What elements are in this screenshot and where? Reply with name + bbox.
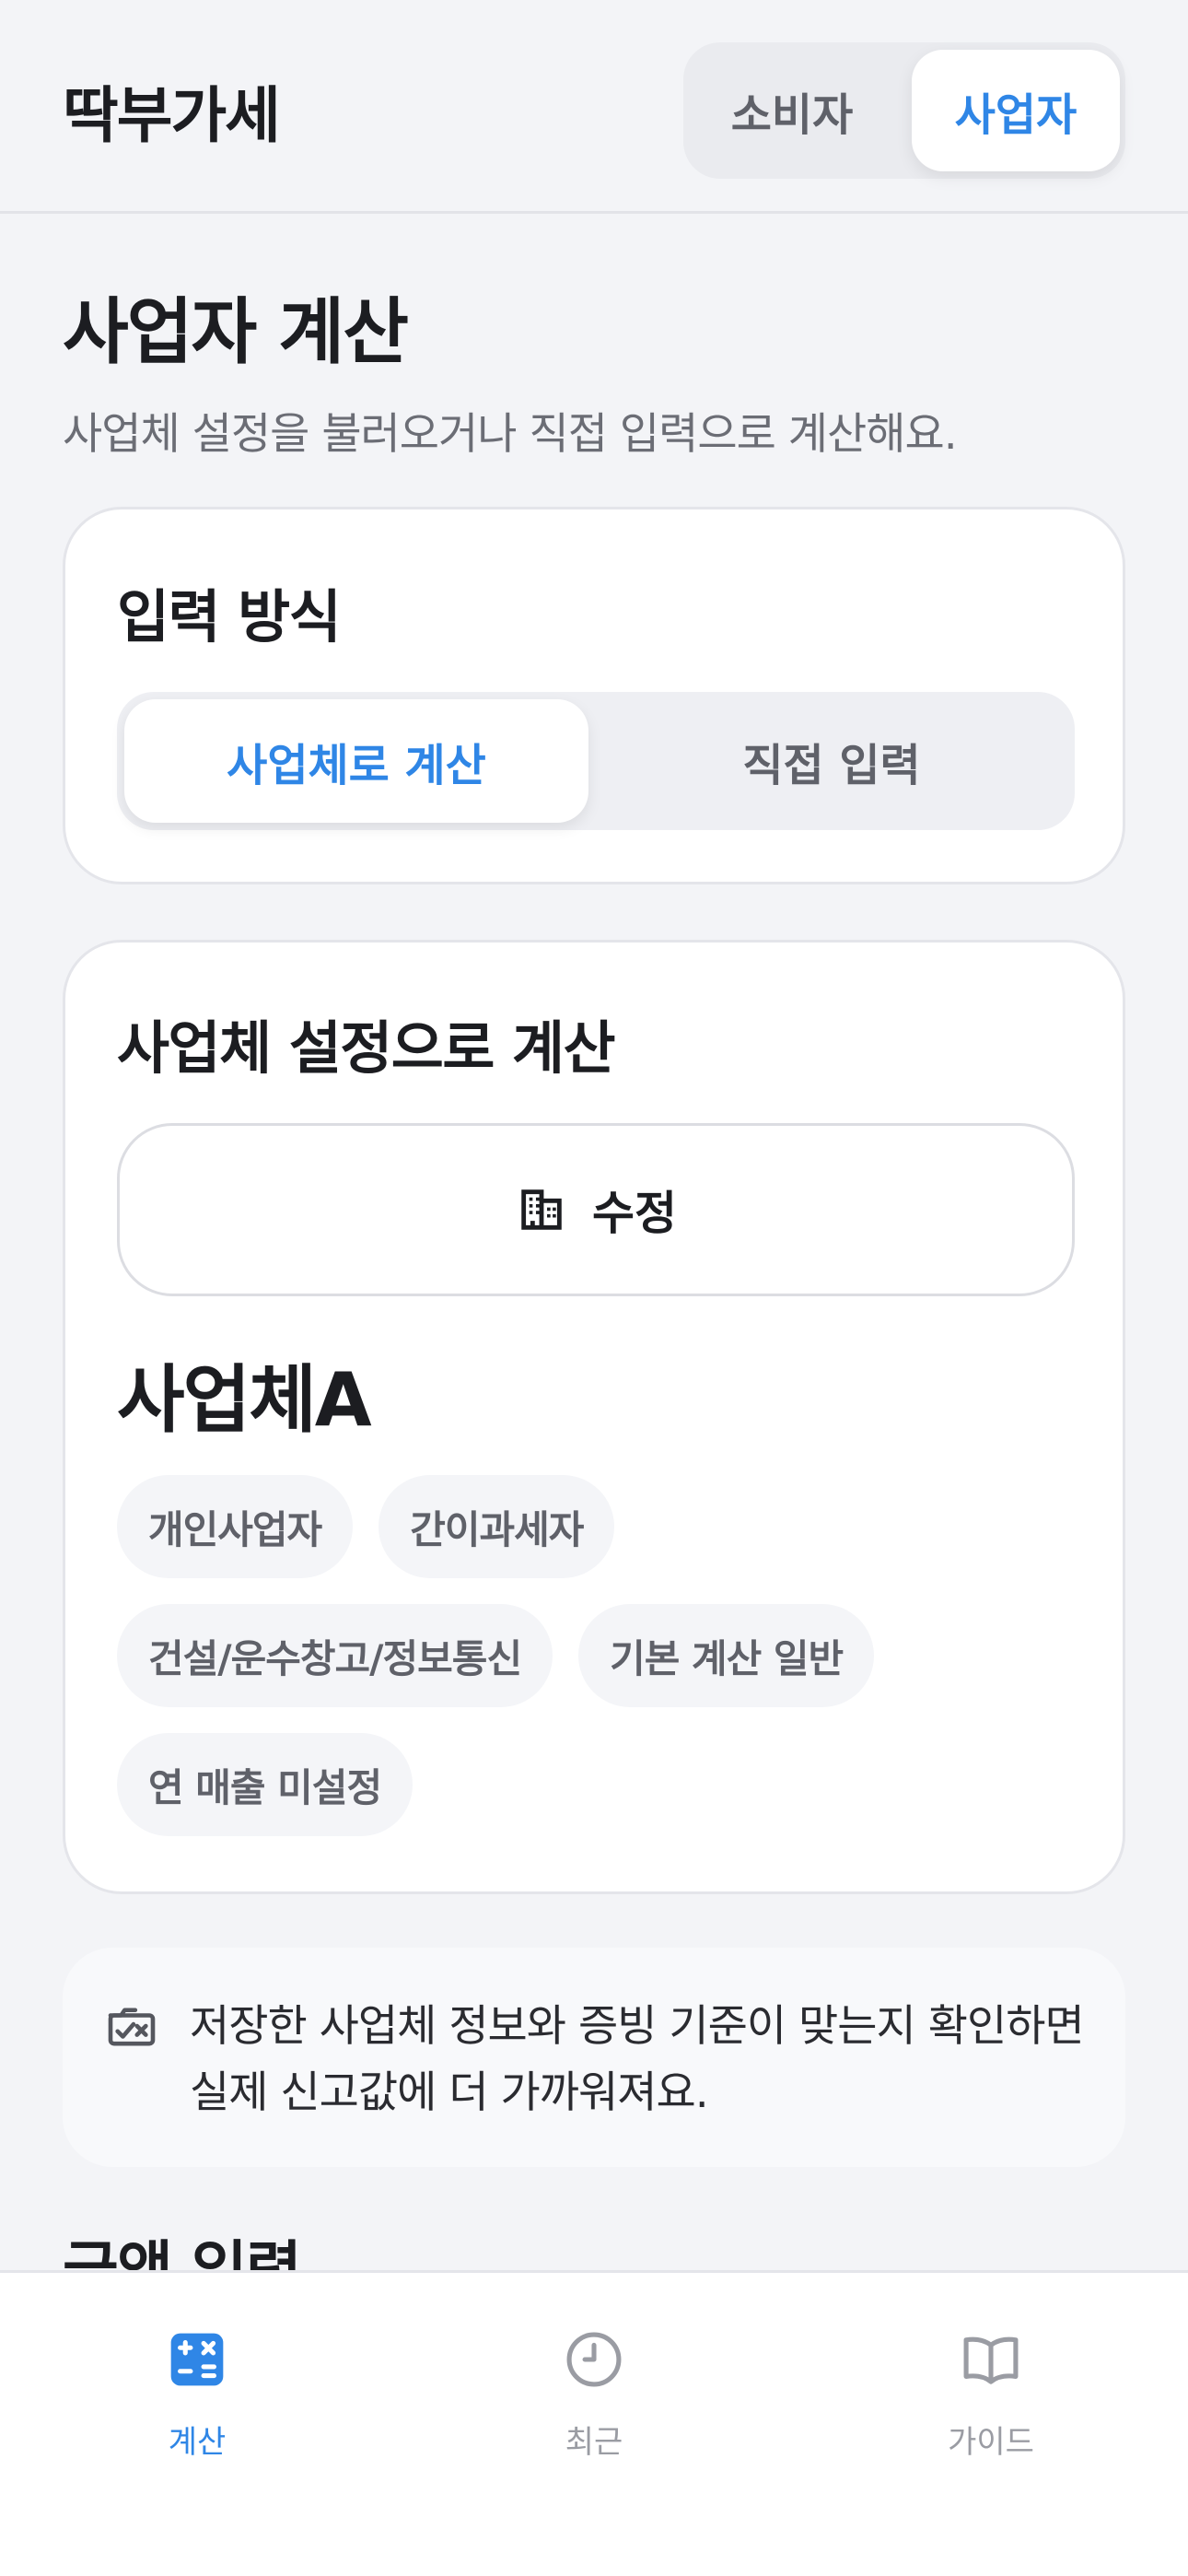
page-title: 사업자 계산 <box>63 291 409 374</box>
tag-business-type: 개인사업자 <box>117 1475 354 1578</box>
app-title: 딱부가세 <box>63 80 281 151</box>
tab-calculate[interactable]: 계산 <box>87 2328 308 2476</box>
tag-calc-mode: 기본 계산 일반 <box>578 1604 875 1707</box>
input-method-toggle: 사업체로 계산 직접 입력 <box>117 692 1075 830</box>
business-settings-heading: 사업체 설정으로 계산 <box>117 1014 616 1082</box>
checked-box-icon <box>108 2008 156 2046</box>
tag-annual-sales: 연 매출 미설정 <box>117 1733 413 1836</box>
notice-text: 저장한 사업체 정보와 증빙 기준이 맞는지 확인하면 실제 신고값에 더 가까… <box>190 2001 1085 2118</box>
clock-icon <box>566 2332 622 2387</box>
input-method-card: 입력 방식 사업체로 계산 직접 입력 <box>63 507 1125 884</box>
tab-calculate-label: 계산 <box>168 2424 227 2461</box>
calculator-icon <box>170 2333 224 2386</box>
business-settings-card: 사업체 설정으로 계산 수정 사업체A 개인사업자 간이과세자 건설/운수창고/… <box>63 940 1125 1894</box>
edit-button-label: 수정 <box>592 1187 677 1240</box>
mode-toggle: 소비자 사업자 <box>683 42 1125 179</box>
app-root: 딱부가세 소비자 사업자 사업자 계산 사업체 설정을 불러오거나 직접 입력으… <box>0 0 1188 2576</box>
tab-recent[interactable]: 최근 <box>483 2328 705 2476</box>
tab-recent-label: 최근 <box>565 2424 623 2461</box>
tab-guide[interactable]: 가이드 <box>880 2328 1101 2476</box>
tag-industry: 건설/운수창고/정보통신 <box>117 1604 553 1707</box>
business-tags: 개인사업자 간이과세자 건설/운수창고/정보통신 기본 계산 일반 연 매출 미… <box>117 1475 1075 1836</box>
edit-business-button[interactable]: 수정 <box>117 1123 1075 1296</box>
book-icon <box>963 2336 1019 2384</box>
bottom-tab-bar: 계산 최근 가이드 <box>0 2270 1188 2576</box>
tag-tax-type: 간이과세자 <box>379 1475 615 1578</box>
input-method-heading: 입력 방식 <box>117 583 342 650</box>
method-business-button[interactable]: 사업체로 계산 <box>124 699 588 823</box>
method-direct-button[interactable]: 직접 입력 <box>596 699 1067 823</box>
building-icon <box>521 1189 562 1230</box>
info-notice: 저장한 사업체 정보와 증빙 기준이 맞는지 확인하면 실제 신고값에 더 가까… <box>63 1948 1125 2167</box>
mode-business-button[interactable]: 사업자 <box>912 50 1120 171</box>
top-header: 딱부가세 소비자 사업자 <box>0 0 1188 214</box>
mode-consumer-button[interactable]: 소비자 <box>691 50 893 171</box>
business-name: 사업체A <box>117 1357 372 1443</box>
tab-guide-label: 가이드 <box>948 2424 1034 2461</box>
page-subtitle: 사업체 설정을 불러오거나 직접 입력으로 계산해요. <box>63 409 958 460</box>
